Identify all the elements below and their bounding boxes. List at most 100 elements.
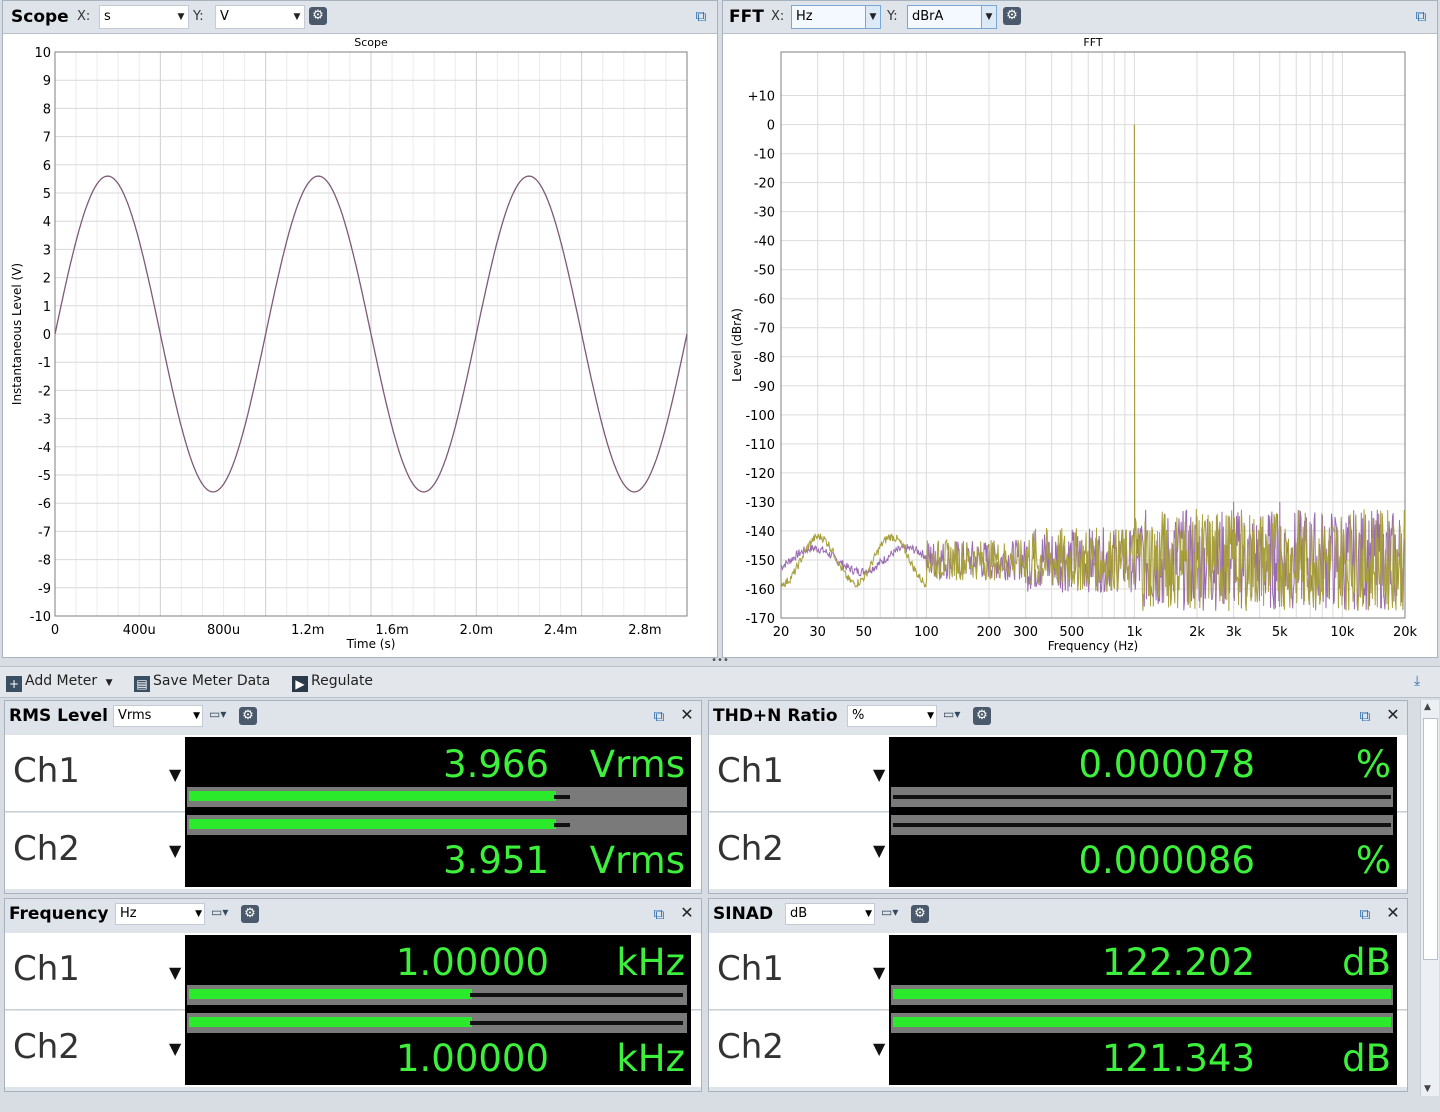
y-tick-label: +10 bbox=[748, 90, 775, 105]
gear-icon[interactable]: ⚙ bbox=[239, 707, 257, 725]
y-tick-label: 5 bbox=[43, 187, 51, 202]
ch1-value: 0.000078 bbox=[1078, 743, 1255, 786]
ch1-level-fill bbox=[893, 989, 1391, 999]
graph-icon[interactable]: ▭▾ bbox=[881, 905, 907, 923]
play-icon: ▶ bbox=[292, 676, 308, 692]
x-tick-label: 5k bbox=[1272, 625, 1288, 640]
channel-dropdown-icon[interactable]: ▼ bbox=[873, 765, 885, 784]
save-meter-data-button[interactable]: ▤ Save Meter Data bbox=[134, 673, 270, 692]
meter-toolbar: + Add Meter ▼ ▤ Save Meter Data ▶ Regulate … bbox=[0, 666, 1440, 698]
channel-dropdown-icon[interactable]: ▼ bbox=[169, 963, 181, 982]
regulate-button[interactable]: ▶ Regulate bbox=[292, 673, 373, 692]
chart-title: Scope bbox=[354, 36, 388, 49]
fft-chart: FFT 20 30 50 100 200 300 500 1k 2k 3k 5k 10k 20k +10 0 -… bbox=[730, 36, 1418, 653]
fft-y-unit-select[interactable]: dBrA ▼ bbox=[907, 5, 997, 29]
popout-icon[interactable]: ⧉ bbox=[651, 708, 667, 724]
add-meter-label: Add Meter bbox=[25, 673, 98, 689]
gear-icon[interactable]: ⚙ bbox=[241, 905, 259, 923]
channel-dropdown-icon[interactable]: ▼ bbox=[873, 963, 885, 982]
ch2-value: 121.343 bbox=[1101, 1037, 1255, 1080]
close-icon[interactable]: ✕ bbox=[679, 706, 695, 724]
ch2-unit: kHz bbox=[616, 1037, 685, 1080]
ch2-unit: Vrms bbox=[589, 839, 685, 882]
ch1-value: 3.966 bbox=[443, 743, 549, 786]
y-tick-label: 9 bbox=[43, 74, 51, 89]
ch2-level-bar bbox=[891, 1013, 1393, 1033]
y-tick-label: -7 bbox=[38, 525, 51, 540]
download-icon[interactable]: ⤓ bbox=[1414, 673, 1420, 689]
meter-unit-select[interactable]: % ▼ bbox=[847, 705, 937, 727]
x-tick-label: 3k bbox=[1226, 625, 1242, 640]
fft-title: FFT bbox=[729, 7, 764, 27]
popout-icon[interactable]: ⧉ bbox=[693, 8, 709, 24]
channel-dropdown-icon[interactable]: ▼ bbox=[169, 765, 181, 784]
splitter-handle[interactable]: ••• bbox=[0, 656, 1440, 666]
popout-icon[interactable]: ⧉ bbox=[1357, 708, 1373, 724]
ch2-level-bar bbox=[187, 815, 687, 835]
y-tick-label: 0 bbox=[767, 119, 775, 134]
meter-header: Frequency Hz ▼ ▭▾ ⚙ ⧉ ✕ bbox=[5, 899, 701, 929]
frequency-meter: Frequency Hz ▼ ▭▾ ⚙ ⧉ ✕ Ch1 ▼ Ch2 ▼ 1.00… bbox=[4, 898, 702, 1092]
add-meter-button[interactable]: + Add Meter ▼ bbox=[6, 673, 112, 692]
popout-icon[interactable]: ⧉ bbox=[651, 906, 667, 922]
save-meter-data-label: Save Meter Data bbox=[153, 673, 271, 689]
gear-icon[interactable]: ⚙ bbox=[1003, 7, 1021, 25]
ch1-level-mark bbox=[893, 795, 1391, 799]
scope-x-unit-select[interactable]: s ▼ bbox=[99, 5, 189, 29]
graph-icon[interactable]: ▭▾ bbox=[211, 905, 237, 923]
channel-dropdown-icon[interactable]: ▼ bbox=[169, 1039, 181, 1058]
ch1-level-bar bbox=[187, 985, 687, 1005]
regulate-label: Regulate bbox=[311, 673, 374, 689]
y-tick-label: 8 bbox=[43, 102, 51, 117]
y-tick-label: -10 bbox=[30, 610, 51, 625]
gear-icon[interactable]: ⚙ bbox=[911, 905, 929, 923]
meter-unit-select[interactable]: Hz ▼ bbox=[115, 903, 205, 925]
y-tick-label: 1 bbox=[43, 300, 51, 315]
channel-dropdown-icon[interactable]: ▼ bbox=[873, 1039, 885, 1058]
sinad-meter: SINAD dB ▼ ▭▾ ⚙ ⧉ ✕ Ch1 ▼ Ch2 ▼ 122.202 bbox=[708, 898, 1408, 1092]
graph-icon[interactable]: ▭▾ bbox=[209, 707, 235, 725]
y-tick-label: -6 bbox=[38, 497, 51, 512]
fft-x-unit-select[interactable]: Hz ▼ bbox=[791, 5, 881, 29]
channel-dropdown-icon[interactable]: ▼ bbox=[169, 841, 181, 860]
ch2-level-fill bbox=[189, 1017, 472, 1027]
channel-label: Ch2 bbox=[13, 829, 80, 869]
save-icon: ▤ bbox=[134, 676, 150, 692]
popout-icon[interactable]: ⧉ bbox=[1413, 8, 1429, 24]
fft-titlebar: FFT X: Hz ▼ Y: dBrA ▼ ⚙ ⧉ bbox=[723, 1, 1437, 34]
close-icon[interactable]: ✕ bbox=[1385, 706, 1401, 724]
x-tick-label: 2.4m bbox=[544, 623, 577, 638]
chevron-down-icon: ▼ bbox=[865, 6, 880, 28]
meter-unit-select[interactable]: dB ▼ bbox=[785, 903, 875, 925]
channel-label: Ch2 bbox=[717, 1027, 784, 1067]
x-tick-label: 2k bbox=[1189, 625, 1205, 640]
thd-n-ratio-meter: THD+N Ratio % ▼ ▭▾ ⚙ ⧉ ✕ Ch1 ▼ Ch2 ▼ 0.0… bbox=[708, 700, 1408, 894]
scope-y-unit-select[interactable]: V ▼ bbox=[215, 5, 305, 29]
ch2-unit: % bbox=[1355, 839, 1391, 882]
graph-icon[interactable]: ▭▾ bbox=[943, 707, 969, 725]
gear-icon[interactable]: ⚙ bbox=[309, 7, 327, 25]
close-icon[interactable]: ✕ bbox=[1385, 904, 1401, 922]
meter-unit-select[interactable]: Vrms ▼ bbox=[113, 705, 203, 727]
channel-label: Ch2 bbox=[13, 1027, 80, 1067]
close-icon[interactable]: ✕ bbox=[679, 904, 695, 922]
channel-dropdown-icon[interactable]: ▼ bbox=[873, 841, 885, 860]
scroll-down-icon[interactable]: ▼ bbox=[1424, 1084, 1431, 1094]
scope-y-unit-value: V bbox=[220, 9, 229, 24]
channel-label: Ch2 bbox=[717, 829, 784, 869]
y-tick-label: -2 bbox=[38, 384, 51, 399]
y-tick-label: -9 bbox=[38, 582, 51, 597]
fft-x-label: X: bbox=[771, 9, 785, 24]
scope-x-unit-value: s bbox=[104, 9, 111, 24]
meter-title: SINAD bbox=[713, 904, 774, 924]
scroll-up-icon[interactable]: ▲ bbox=[1424, 702, 1431, 712]
popout-icon[interactable]: ⧉ bbox=[1357, 906, 1373, 922]
ch1-unit: % bbox=[1355, 743, 1391, 786]
meter-unit-value: Hz bbox=[120, 906, 137, 921]
ch1-unit: kHz bbox=[616, 941, 685, 984]
scroll-thumb[interactable] bbox=[1423, 718, 1438, 960]
gear-icon[interactable]: ⚙ bbox=[973, 707, 991, 725]
meter-display: 0.000078 % 0.000086 % bbox=[889, 737, 1397, 887]
vertical-scrollbar[interactable]: ▲ ▼ bbox=[1420, 700, 1439, 1096]
x-tick-label: 1.2m bbox=[291, 623, 324, 638]
